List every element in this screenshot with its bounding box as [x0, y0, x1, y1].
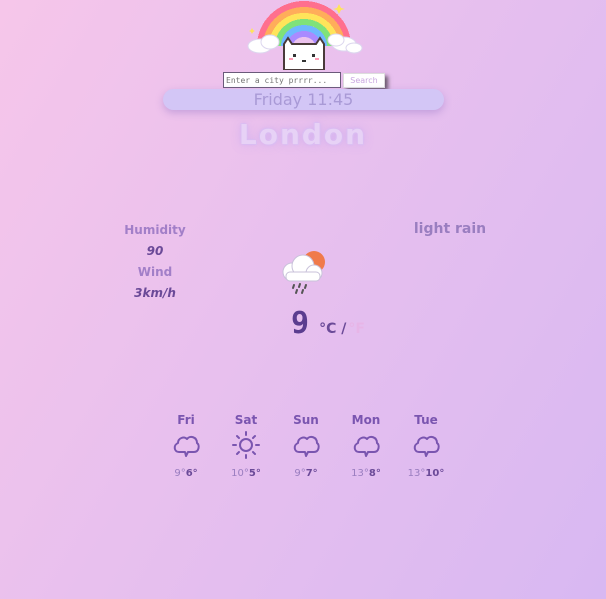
- cloud-icon: [413, 435, 440, 457]
- cloud-icon: [293, 435, 320, 457]
- search-bar: Search: [223, 72, 385, 88]
- forecast-min: 10°: [425, 468, 445, 479]
- rain-cloud-sun-icon: [282, 251, 325, 294]
- fahrenheit-unit-link[interactable]: °F: [348, 321, 365, 337]
- forecast-max: 13°: [351, 468, 369, 479]
- forecast-max: 10°: [231, 468, 249, 479]
- forecast-max: 9°: [174, 468, 186, 479]
- forecast-min: 6°: [185, 468, 198, 479]
- forecast-day-name: Sat: [234, 413, 258, 427]
- forecast-min: 7°: [305, 468, 318, 479]
- rainbow-cat-logo: [247, 1, 363, 70]
- forecast-day-name: Fri: [177, 413, 195, 427]
- forecast-day: Sun 9°7°: [276, 410, 336, 479]
- forecast-max: 13°: [407, 468, 426, 479]
- humidity-value: 90: [146, 244, 164, 258]
- forecast-day-name: Mon: [351, 413, 381, 427]
- forecast-temps: 13°10°: [396, 468, 456, 479]
- wind-value: 3km/h: [134, 286, 176, 300]
- wind-label: Wind: [137, 265, 173, 279]
- humidity-label: Humidity: [124, 223, 186, 237]
- forecast-day: Sat 10°5°: [216, 410, 276, 479]
- forecast-day-name: Tue: [414, 413, 438, 427]
- forecast-temps: 9°6°: [156, 468, 216, 479]
- forecast-day: Tue 13°10°: [396, 410, 456, 479]
- date-time-display: Friday 11:45: [163, 89, 444, 110]
- forecast-max: 9°: [294, 468, 306, 479]
- cloud-icon: [353, 435, 380, 457]
- forecast-min: 8°: [368, 468, 381, 479]
- forecast-day-name: Sun: [293, 413, 319, 427]
- city-search-input[interactable]: [223, 72, 341, 88]
- current-temperature: 9 °C / °F: [291, 306, 365, 342]
- sun-icon: [232, 431, 260, 459]
- weather-details: Humidity 90 Wind 3km/h: [110, 220, 200, 304]
- forecast-min: 5°: [248, 468, 261, 479]
- forecast-row: Fri 9°6° Sat 10°5° Sun 9°7° Mon 13°8° Tu…: [156, 410, 456, 479]
- cloud-icon: [173, 435, 200, 457]
- forecast-day: Fri 9°6°: [156, 410, 216, 479]
- forecast-day: Mon 13°8°: [336, 410, 396, 479]
- forecast-temps: 10°5°: [216, 468, 276, 479]
- temperature-value: 9: [291, 306, 310, 341]
- forecast-temps: 9°7°: [276, 468, 336, 479]
- celsius-unit-link[interactable]: °C /: [319, 321, 346, 337]
- city-name: London: [238, 118, 368, 151]
- forecast-temps: 13°8°: [336, 468, 396, 479]
- search-button[interactable]: Search: [343, 72, 385, 88]
- weather-condition: light rain: [413, 221, 487, 237]
